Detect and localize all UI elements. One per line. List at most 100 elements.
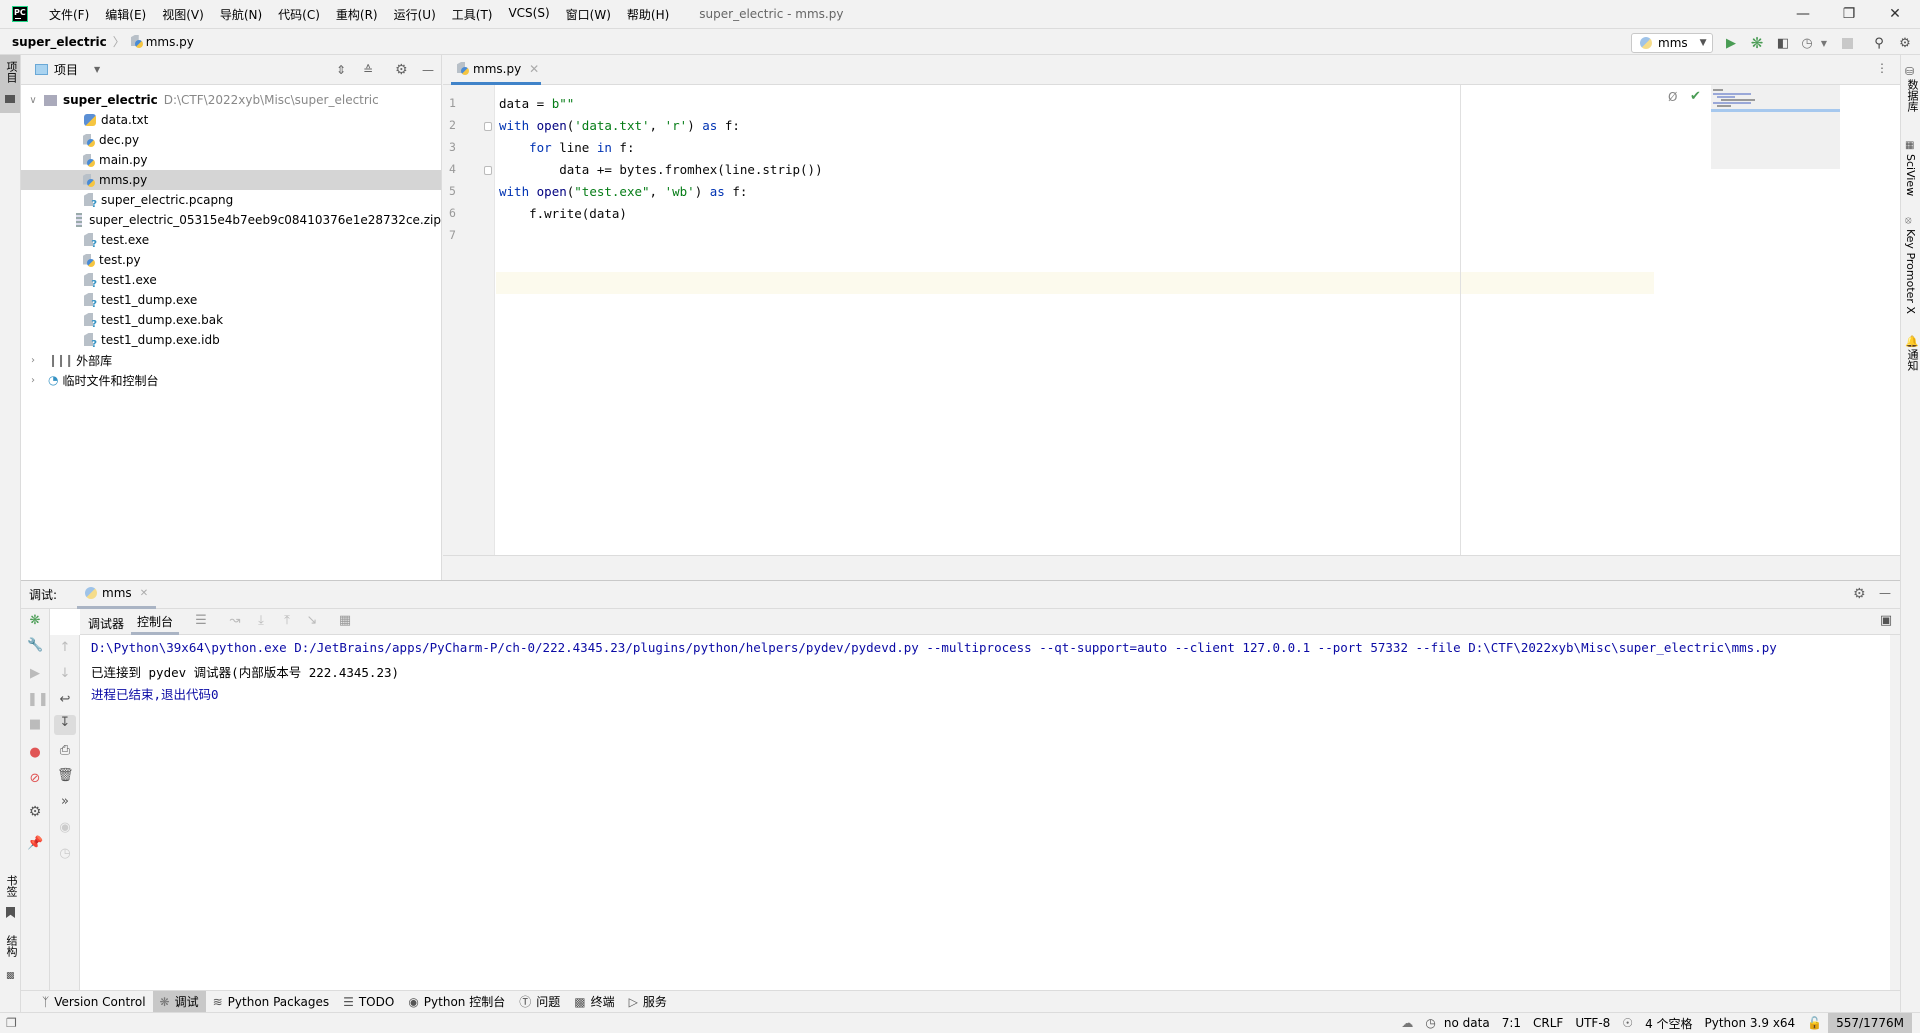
evaluate-expression-icon[interactable]: ▦	[337, 613, 353, 628]
soft-wrap-icon[interactable]: ↩	[57, 692, 73, 707]
close-tab-icon[interactable]: ✕	[140, 588, 148, 599]
line-separator[interactable]: CRLF	[1527, 1016, 1569, 1030]
close-tab-icon[interactable]: ✕	[529, 62, 539, 76]
debugger-tab[interactable]: 调试器	[85, 615, 127, 632]
code-line[interactable]: with open("test.exe", 'wb') as f:	[499, 184, 747, 199]
project-tool-tab[interactable]: 项目	[0, 55, 20, 113]
python-interpreter[interactable]: Python 3.9 x64	[1699, 1016, 1802, 1030]
code-line[interactable]: for line in f:	[499, 140, 634, 155]
tree-file-item[interactable]: test1_dump.exe.idb	[21, 330, 441, 350]
expand-all-icon[interactable]: ⇕	[336, 63, 346, 77]
fold-marker-icon[interactable]	[484, 122, 492, 131]
up-arrow-icon[interactable]: ↑	[57, 640, 73, 655]
tool-tab-terminal[interactable]: ▩ 终端	[567, 991, 621, 1013]
tree-file-item[interactable]: super_electric.pcapng	[21, 190, 441, 210]
tree-file-item[interactable]: test.py	[21, 250, 441, 270]
code-line[interactable]: data = b""	[499, 96, 574, 111]
pycharm-logo-icon[interactable]: PC	[12, 6, 28, 22]
tool-tab-python-console[interactable]: ◉ Python 控制台	[401, 991, 512, 1013]
memory-indicator[interactable]: 557/1776M	[1828, 1013, 1912, 1033]
gear-icon[interactable]: ⚙	[395, 62, 408, 78]
tool-tab-python-packages[interactable]: ≋ Python Packages	[206, 991, 336, 1013]
console-scrollbar[interactable]	[1890, 635, 1900, 991]
tool-tab-version-control[interactable]: ᛉ Version Control	[35, 991, 153, 1013]
cloud-settings-icon[interactable]: ☁	[1395, 1016, 1419, 1030]
collapse-all-icon[interactable]: ≙	[363, 63, 373, 77]
reader-mode-icon[interactable]: Ø	[1668, 90, 1677, 104]
wrench-icon[interactable]: 🔧	[27, 638, 43, 653]
sciview-tool-tab[interactable]: ▦ SciView	[1901, 140, 1920, 200]
tree-file-item[interactable]: test1.exe	[21, 270, 441, 290]
menu-navigate[interactable]: 导航(N)	[212, 6, 270, 23]
database-tool-tab[interactable]: ⛁ 数据库	[1901, 65, 1920, 115]
menu-tools[interactable]: 工具(T)	[444, 6, 501, 23]
tree-external-libraries[interactable]: › ❙❙❙ 外部库	[21, 350, 441, 370]
tree-file-item[interactable]: main.py	[21, 150, 441, 170]
console-tab[interactable]: 控制台	[131, 609, 180, 635]
no-data-status[interactable]: no data	[1438, 1016, 1496, 1030]
lock-icon[interactable]: 🔓	[1801, 1016, 1828, 1030]
search-everywhere-button[interactable]: ⚲	[1871, 35, 1887, 51]
resume-icon[interactable]: ▶	[27, 666, 43, 681]
menu-code[interactable]: 代码(C)	[270, 6, 328, 23]
tree-file-item[interactable]: test1_dump.exe	[21, 290, 441, 310]
fold-marker-icon[interactable]	[484, 166, 492, 175]
run-config-selector[interactable]: mms ▼	[1631, 33, 1713, 53]
menu-view[interactable]: 视图(V)	[154, 6, 212, 23]
menu-help[interactable]: 帮助(H)	[619, 6, 677, 23]
code-line[interactable]: data += bytes.fromhex(line.strip())	[499, 162, 822, 177]
code-line[interactable]: f.write(data)	[499, 206, 627, 221]
mute-breakpoints-icon[interactable]: ⊘	[27, 771, 43, 786]
cursor-position[interactable]: 7:1	[1496, 1016, 1527, 1030]
code-line[interactable]: with open('data.txt', 'r') as f:	[499, 118, 740, 133]
down-arrow-icon[interactable]: ↓	[57, 666, 73, 681]
python-console-icon[interactable]: ◉	[57, 820, 73, 835]
debug-session-tab[interactable]: mms ✕	[77, 581, 157, 609]
view-breakpoints-icon[interactable]: ●	[27, 745, 43, 760]
tool-tab-debug[interactable]: ❋ 调试	[152, 990, 206, 1013]
toggle-tool-windows-icon[interactable]: ❐	[6, 1016, 17, 1030]
structure-tool-tab[interactable]: 结构 ▩	[0, 935, 20, 1005]
print-icon[interactable]: ⎙	[57, 743, 73, 758]
file-encoding[interactable]: UTF-8	[1569, 1016, 1616, 1030]
menu-lines-icon[interactable]: ☰	[193, 613, 209, 628]
show-command-icon[interactable]: »	[57, 794, 73, 809]
pause-icon[interactable]: ❚❚	[27, 692, 49, 707]
breadcrumb-project[interactable]: super_electric	[12, 35, 107, 49]
hide-panel-icon[interactable]: —	[1879, 586, 1891, 600]
step-into-icon[interactable]: ⤓	[253, 613, 269, 628]
tree-file-item[interactable]: data.txt	[21, 110, 441, 130]
minimize-button[interactable]: —	[1780, 0, 1826, 28]
chevron-down-icon[interactable]: ▼	[94, 65, 100, 74]
menu-vcs[interactable]: VCS(S)	[500, 6, 557, 23]
key-promoter-tool-tab[interactable]: ⦻ Key Promoter X	[1901, 215, 1920, 315]
tool-tab-services[interactable]: ▷ 服务	[622, 991, 674, 1013]
editor-horizontal-scrollbar[interactable]	[443, 555, 1900, 580]
chevron-right-icon[interactable]: ›	[26, 355, 40, 366]
debug-button[interactable]: ❋	[1749, 34, 1765, 52]
close-window-button[interactable]: ✕	[1872, 0, 1918, 28]
maximize-button[interactable]: ❐	[1826, 0, 1872, 28]
more-run-options-button[interactable]: ▼	[1816, 35, 1832, 51]
more-options-icon[interactable]: ⋮	[1876, 61, 1888, 75]
stop-icon[interactable]: ■	[27, 717, 43, 732]
gear-icon[interactable]: ⚙	[1853, 586, 1866, 602]
tree-file-item[interactable]: test1_dump.exe.bak	[21, 310, 441, 330]
hide-panel-icon[interactable]: —	[422, 63, 434, 77]
tree-root-super-electric[interactable]: ∨ super_electric D:\CTF\2022xyb\Misc\super…	[21, 90, 441, 110]
indent-setting[interactable]: 4 个空格	[1639, 1015, 1698, 1032]
tree-file-item[interactable]: mms.py	[21, 170, 441, 190]
tool-tab-problems[interactable]: Ⓣ 问题	[512, 991, 567, 1013]
run-button[interactable]: ▶	[1723, 35, 1739, 51]
chevron-right-icon[interactable]: ›	[26, 375, 40, 386]
tree-file-item[interactable]: test.exe	[21, 230, 441, 250]
profile-button[interactable]: ◷	[1799, 35, 1815, 51]
tree-file-item[interactable]: super_electric_05315e4b7eeb9c08410376e1e…	[21, 210, 441, 230]
step-over-icon[interactable]: ↝	[227, 613, 243, 628]
menu-window[interactable]: 窗口(W)	[558, 6, 619, 23]
trash-icon[interactable]: 🗑	[57, 768, 74, 783]
menu-file[interactable]: 文件(F)	[41, 6, 97, 23]
run-to-cursor-icon[interactable]: ↘	[304, 613, 320, 628]
chevron-down-icon[interactable]: ∨	[26, 95, 40, 106]
gear-icon[interactable]: ⚙	[27, 804, 43, 820]
